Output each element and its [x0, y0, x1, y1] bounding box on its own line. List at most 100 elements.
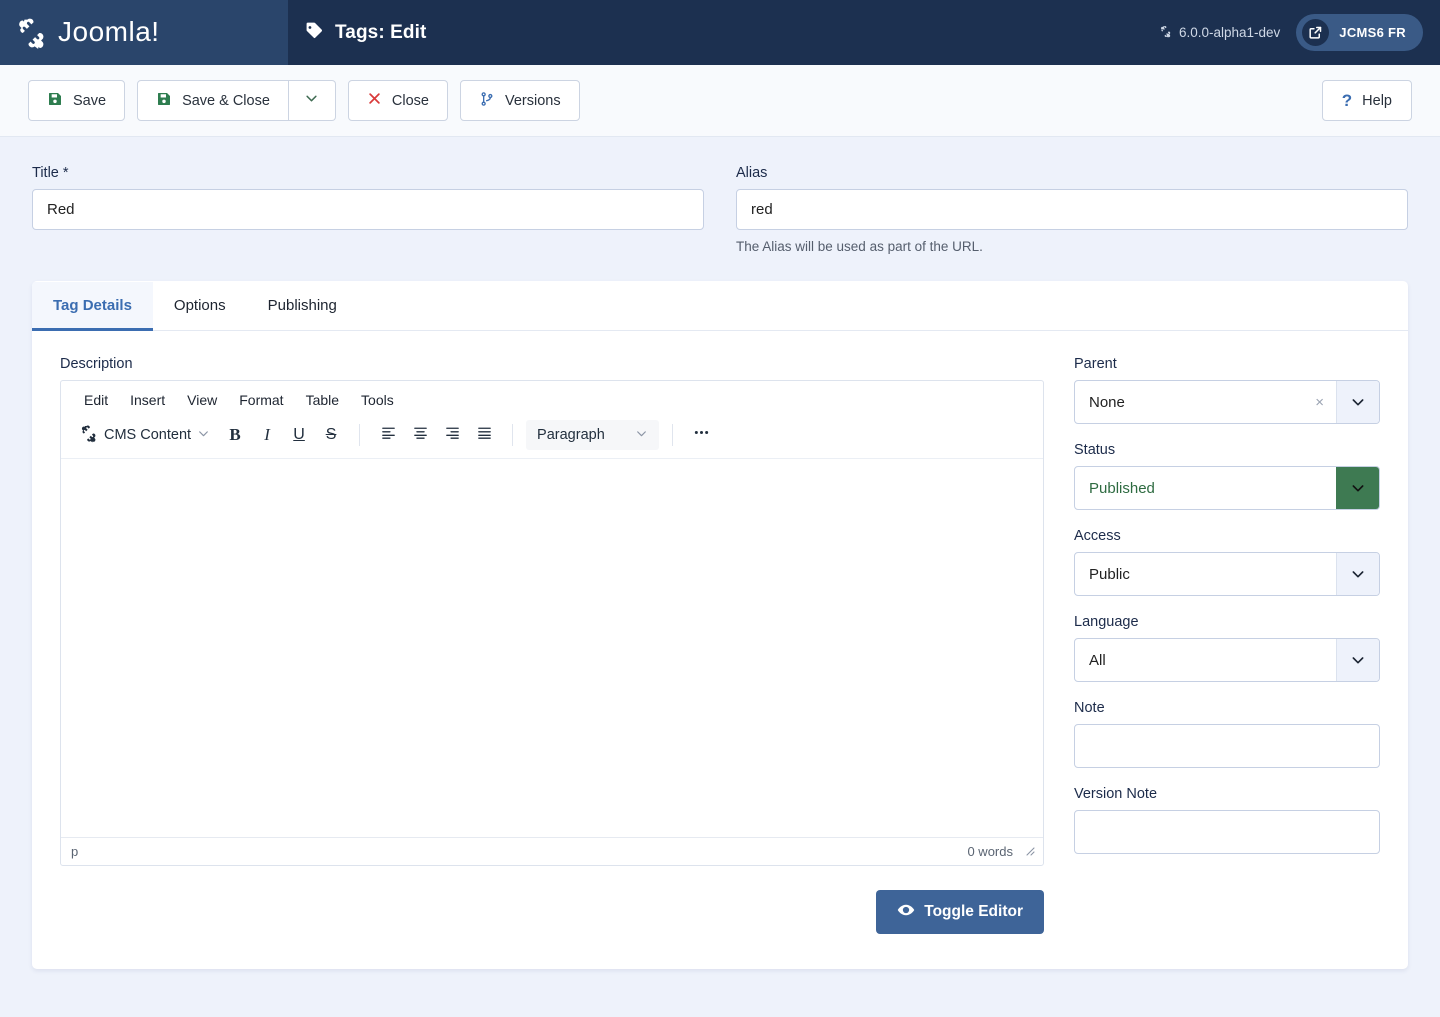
version-text: 6.0.0-alpha1-dev: [1178, 25, 1281, 40]
help-button[interactable]: ? Help: [1321, 80, 1412, 121]
word-count: 0 words: [967, 844, 1013, 859]
align-right-icon: [444, 424, 461, 446]
toggle-editor-row: Toggle Editor: [60, 890, 1044, 934]
save-and-close-button[interactable]: Save & Close: [137, 80, 289, 121]
align-left-icon: [380, 424, 397, 446]
tab-options[interactable]: Options: [153, 282, 247, 331]
access-field-group: Access Public: [1074, 528, 1380, 596]
version-label: 6.0.0-alpha1-dev: [1159, 25, 1280, 41]
page-title-area: Tags: Edit: [288, 0, 1159, 65]
save-button[interactable]: Save: [28, 80, 126, 121]
save-floppy-icon: [156, 91, 172, 111]
visit-site-button[interactable]: JCMS6 FR: [1296, 14, 1423, 51]
tab-panel-tag-details: Description Edit Insert View Format Tabl…: [32, 331, 1408, 969]
cms-content-label: CMS Content: [104, 427, 192, 443]
alias-label: Alias: [736, 165, 768, 181]
bold-button[interactable]: B: [220, 420, 250, 450]
x-mark-icon: [367, 91, 382, 110]
status-label: Status: [1074, 442, 1116, 458]
parent-label: Parent: [1074, 356, 1117, 372]
title-input[interactable]: [32, 189, 704, 230]
note-input[interactable]: [1074, 724, 1380, 768]
chevron-down-icon: [635, 427, 648, 444]
tag-icon: [305, 21, 324, 45]
menu-insert[interactable]: Insert: [121, 389, 174, 411]
chevron-down-icon[interactable]: [1336, 639, 1379, 681]
help-button-label: Help: [1362, 92, 1392, 109]
language-field-group: Language All: [1074, 614, 1380, 682]
chevron-down-icon: [197, 427, 210, 444]
alias-input[interactable]: [736, 189, 1408, 230]
status-right-group: 0 words: [967, 844, 1035, 859]
tag-settings-sidebar: Parent None × Status Published Access Pu…: [1074, 356, 1380, 934]
tab-tag-details[interactable]: Tag Details: [32, 282, 153, 331]
underline-button[interactable]: U: [284, 420, 314, 450]
close-button[interactable]: Close: [347, 80, 448, 121]
resize-handle-icon[interactable]: [1023, 844, 1035, 859]
cms-content-button[interactable]: CMS Content: [71, 420, 218, 450]
language-value: All: [1089, 651, 1106, 669]
chevron-down-icon[interactable]: [1336, 467, 1379, 509]
close-button-label: Close: [391, 92, 429, 109]
parent-field-group: Parent None ×: [1074, 356, 1380, 424]
italic-button[interactable]: I: [252, 420, 282, 450]
versions-button-label: Versions: [505, 92, 561, 109]
action-toolbar: Save Save & Close Close Versions ? Help: [0, 65, 1440, 137]
x-clear-icon[interactable]: ×: [1303, 394, 1336, 411]
question-mark-icon: ?: [1341, 91, 1353, 110]
language-select[interactable]: All: [1074, 638, 1380, 682]
title-alias-row: Title * Alias The Alias will be used as …: [0, 137, 1440, 254]
note-label: Note: [1074, 700, 1105, 716]
italic-icon: I: [264, 425, 270, 444]
menu-table[interactable]: Table: [297, 389, 348, 411]
menu-view[interactable]: View: [178, 389, 226, 411]
chevron-down-icon[interactable]: [1336, 381, 1379, 423]
menu-edit[interactable]: Edit: [75, 389, 117, 411]
external-link-icon: [1302, 19, 1330, 46]
strikethrough-button[interactable]: S: [316, 420, 346, 450]
align-left-button[interactable]: [373, 420, 403, 450]
header-right-group: 6.0.0-alpha1-dev JCMS6 FR: [1159, 0, 1440, 65]
status-select[interactable]: Published: [1074, 466, 1380, 510]
chevron-down-icon: [304, 91, 319, 111]
more-options-button[interactable]: [686, 420, 716, 450]
chevron-down-icon[interactable]: [1336, 553, 1379, 595]
save-button-label: Save: [73, 92, 107, 109]
description-label: Description: [60, 356, 133, 372]
align-right-button[interactable]: [437, 420, 467, 450]
version-note-input[interactable]: [1074, 810, 1380, 854]
access-label: Access: [1074, 528, 1121, 544]
block-format-value: Paragraph: [537, 427, 605, 443]
block-format-select[interactable]: Paragraph: [526, 420, 660, 450]
title-label: Title *: [32, 165, 69, 181]
tab-bar: Tag Details Options Publishing: [32, 281, 1408, 331]
align-center-button[interactable]: [405, 420, 435, 450]
site-button-label: JCMS6 FR: [1339, 25, 1406, 40]
underline-icon: U: [293, 426, 305, 443]
save-options-dropdown-button[interactable]: [288, 80, 336, 121]
element-path: p: [71, 844, 79, 859]
joomla-logo-icon: [14, 16, 48, 50]
toggle-editor-button[interactable]: Toggle Editor: [876, 890, 1044, 934]
git-branch-icon: [479, 91, 495, 111]
alias-field-group: Alias The Alias will be used as part of …: [736, 165, 1408, 254]
access-select[interactable]: Public: [1074, 552, 1380, 596]
ellipsis-icon: [692, 423, 711, 447]
note-field-group: Note: [1074, 700, 1380, 768]
brand-logo[interactable]: Joomla!: [0, 0, 288, 65]
save-and-close-group: Save & Close: [137, 80, 336, 121]
parent-select[interactable]: None ×: [1074, 380, 1380, 424]
tab-publishing[interactable]: Publishing: [247, 282, 358, 331]
versions-button[interactable]: Versions: [460, 80, 580, 121]
align-center-icon: [412, 424, 429, 446]
menu-format[interactable]: Format: [230, 389, 292, 411]
editor-content-area[interactable]: [61, 459, 1043, 837]
brand-name: Joomla!: [58, 15, 160, 47]
align-justify-button[interactable]: [469, 420, 499, 450]
eye-icon: [897, 901, 915, 924]
toolbar-divider: [359, 424, 361, 446]
access-value: Public: [1089, 565, 1130, 583]
edit-form-card: Tag Details Options Publishing Descripti…: [32, 281, 1408, 969]
menu-tools[interactable]: Tools: [352, 389, 403, 411]
app-header: Joomla! Tags: Edit 6.0.0-alpha1-dev JCMS…: [0, 0, 1440, 65]
